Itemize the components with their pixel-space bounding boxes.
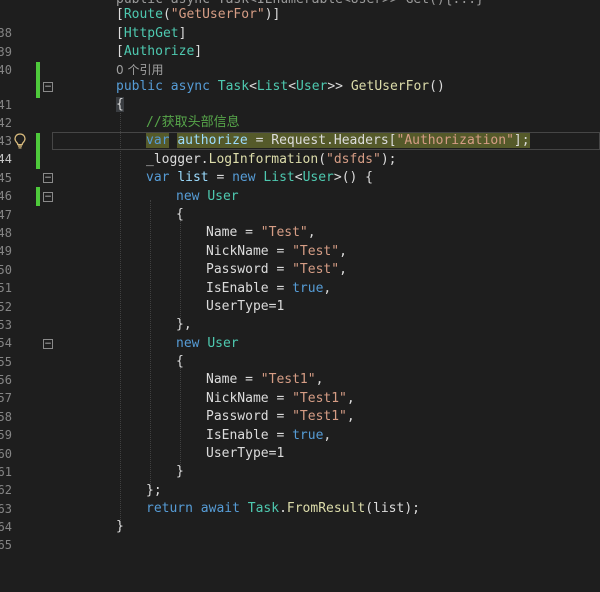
code-line[interactable]: 38 [Route("GetUserFor")]: [0, 6, 600, 40]
code-line[interactable]: 57 Name = "Test1",: [0, 371, 600, 405]
collapse-icon[interactable]: −: [43, 82, 53, 92]
code-line[interactable]: 41 − public async Task<List<User>> GetUs…: [0, 78, 600, 112]
code-line[interactable]: 60 IsEnable = true,: [0, 427, 600, 461]
code-text: [Route("GetUserFor")]: [116, 7, 281, 22]
code-text: var authorize = Request.Headers["Authori…: [146, 133, 530, 148]
code-text: [Authorize]: [116, 44, 203, 59]
code-text: Name = "Test1",: [206, 372, 324, 387]
code-text: UserType=1: [206, 299, 285, 314]
code-line[interactable]: 40 [Authorize]: [0, 43, 600, 99]
code-text: //获取头部信息: [146, 115, 240, 130]
code-line[interactable]: 49 Name = "Test",: [0, 224, 600, 258]
code-text: };: [146, 483, 162, 498]
code-text: new User: [176, 189, 239, 204]
code-line[interactable]: 58 NickName = "Test1",: [0, 390, 600, 424]
code-line[interactable]: 39 [HttpGet]: [0, 25, 600, 81]
code-line[interactable]: 53 UserType=1: [0, 298, 600, 332]
code-text: UserType=1: [206, 446, 285, 461]
code-line[interactable]: 43 //获取头部信息: [0, 114, 600, 170]
code-text: _logger.LogInformation("dsfds");: [146, 152, 397, 167]
code-line[interactable]: 62 }: [0, 463, 600, 497]
code-line[interactable]: 63 };: [0, 482, 600, 516]
code-text: Name = "Test",: [206, 225, 316, 240]
code-line[interactable]: 48 {: [0, 206, 600, 240]
code-line[interactable]: 54 },: [0, 316, 600, 350]
reference-count-label[interactable]: 0 个引用: [116, 61, 163, 79]
code-text: }: [176, 464, 184, 479]
code-text: {: [176, 354, 184, 369]
code-text: {: [116, 97, 124, 112]
code-text: [HttpGet]: [116, 26, 187, 41]
codelens-line[interactable]: 0 个引用: [0, 61, 600, 79]
code-text: },: [176, 317, 192, 332]
code-line-current[interactable]: 44 var authorize = Request.Headers["Auth…: [0, 132, 600, 206]
code-text: return await Task.FromResult(list);: [146, 501, 420, 516]
collapse-icon[interactable]: −: [43, 192, 53, 202]
code-line[interactable]: 46 − var list = new List<User>() {: [0, 169, 600, 203]
lightbulb-icon[interactable]: [14, 133, 26, 149]
code-line[interactable]: 61 UserType=1: [0, 445, 600, 479]
code-line[interactable]: 56 {: [0, 353, 600, 387]
code-text: NickName = "Test1",: [206, 391, 355, 406]
code-line[interactable]: 47 − new User: [0, 188, 600, 222]
code-text: IsEnable = true,: [206, 428, 332, 443]
code-text: Password = "Test1",: [206, 409, 355, 424]
code-editor[interactable]: public async Task<IEnumerable<User>> Get…: [0, 0, 600, 552]
code-line[interactable]: 50 NickName = "Test",: [0, 243, 600, 277]
code-text: public async Task<List<User>> GetUserFor…: [116, 79, 445, 94]
code-line[interactable]: 42 {: [0, 96, 600, 152]
code-text: }: [116, 519, 124, 534]
code-text: var list = new List<User>() {: [146, 170, 374, 185]
code-line[interactable]: 55 − new User: [0, 335, 600, 369]
line-number: 65: [0, 538, 12, 553]
collapse-icon[interactable]: −: [43, 339, 53, 349]
code-text: Password = "Test",: [206, 262, 347, 277]
code-line[interactable]: 65 }: [0, 518, 600, 552]
code-line[interactable]: 51 Password = "Test",: [0, 261, 600, 295]
code-line[interactable]: 45 _logger.LogInformation("dsfds");: [0, 151, 600, 185]
collapse-icon[interactable]: −: [43, 173, 53, 183]
code-line[interactable]: 52 IsEnable = true,: [0, 280, 600, 314]
code-text: IsEnable = true,: [206, 281, 332, 296]
code-line[interactable]: 64 return await Task.FromResult(list);: [0, 500, 600, 534]
code-text: {: [176, 207, 184, 222]
code-text: new User: [176, 336, 239, 351]
code-line[interactable]: 59 Password = "Test1",: [0, 408, 600, 442]
code-text: NickName = "Test",: [206, 244, 347, 259]
